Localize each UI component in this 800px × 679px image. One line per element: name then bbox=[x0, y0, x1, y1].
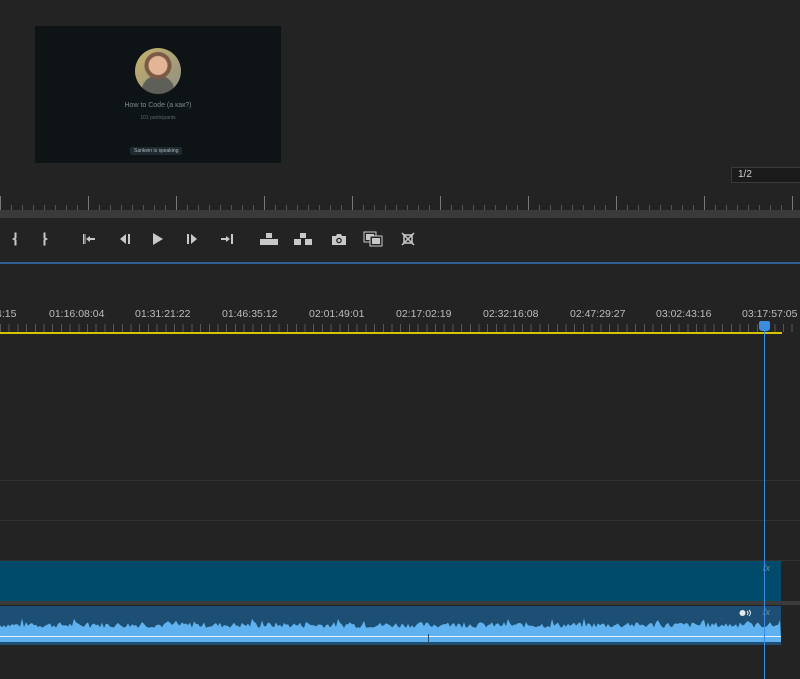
waveform-baseline bbox=[0, 639, 781, 642]
work-area-bar[interactable] bbox=[0, 332, 782, 334]
comparison-view-button[interactable] bbox=[362, 228, 384, 250]
track-divider bbox=[0, 480, 800, 481]
go-to-in-icon bbox=[83, 234, 95, 244]
time-label: 01:46:35:12 bbox=[222, 308, 278, 320]
camera-icon bbox=[332, 233, 346, 245]
transport-controls bbox=[0, 218, 800, 262]
extract-button[interactable] bbox=[292, 228, 314, 250]
lift-button[interactable] bbox=[258, 228, 280, 250]
speaking-badge: Sankein is speaking bbox=[130, 147, 183, 155]
proxy-icon bbox=[401, 232, 415, 246]
export-frame-button[interactable] bbox=[330, 228, 348, 250]
time-label: 4:15 bbox=[0, 308, 17, 320]
step-forward-icon bbox=[187, 234, 197, 244]
go-to-in-button[interactable] bbox=[80, 228, 98, 250]
step-back-icon bbox=[120, 234, 130, 244]
play-icon bbox=[153, 233, 163, 245]
mark-in-button[interactable] bbox=[8, 228, 22, 250]
program-monitor: How to Code (а как?) 101 participants Sa… bbox=[0, 0, 800, 218]
time-label: 02:17:02:19 bbox=[396, 308, 452, 320]
video-clip[interactable]: fx bbox=[0, 561, 781, 601]
clip-separator bbox=[0, 601, 800, 605]
timeline-panel: 4:15 01:16:08:04 01:31:21:22 01:46:35:12… bbox=[0, 264, 800, 679]
video-preview[interactable]: How to Code (а как?) 101 participants Sa… bbox=[35, 26, 281, 163]
edit-point bbox=[428, 634, 429, 644]
monitor-time-ruler-major-ticks bbox=[0, 196, 800, 210]
timeline-time-ruler[interactable] bbox=[0, 324, 800, 332]
lift-icon bbox=[260, 233, 278, 245]
time-label: 03:17:57:05 bbox=[742, 308, 798, 320]
playhead-handle[interactable] bbox=[759, 321, 770, 331]
playhead-line[interactable] bbox=[764, 326, 765, 679]
extract-icon bbox=[294, 233, 312, 245]
keyframe-icon bbox=[739, 609, 751, 617]
resolution-dropdown[interactable]: 1/2 bbox=[731, 167, 800, 183]
step-back-button[interactable] bbox=[116, 228, 132, 250]
waveform-shape bbox=[0, 618, 781, 639]
track-divider bbox=[0, 520, 800, 521]
audio-clip[interactable]: fx bbox=[0, 606, 781, 645]
time-label: 02:47:29:27 bbox=[570, 308, 626, 320]
time-label: 02:32:16:08 bbox=[483, 308, 539, 320]
toggle-proxies-button[interactable] bbox=[398, 228, 418, 250]
meeting-title: How to Code (а как?) bbox=[124, 102, 192, 109]
monitor-scrub-bar[interactable] bbox=[0, 210, 800, 218]
waveform-center-line bbox=[0, 636, 781, 637]
mark-out-button[interactable] bbox=[38, 228, 52, 250]
audio-waveform bbox=[0, 618, 781, 644]
play-button[interactable] bbox=[150, 228, 166, 250]
time-label: 03:02:43:16 bbox=[656, 308, 712, 320]
go-to-out-button[interactable] bbox=[218, 228, 236, 250]
go-to-out-icon bbox=[221, 234, 233, 244]
step-forward-button[interactable] bbox=[185, 228, 201, 250]
time-label: 01:16:08:04 bbox=[49, 308, 105, 320]
time-label: 02:01:49:01 bbox=[309, 308, 365, 320]
comparison-view-icon bbox=[363, 231, 383, 247]
avatar bbox=[135, 48, 181, 94]
time-label: 01:31:21:22 bbox=[135, 308, 191, 320]
mark-in-icon bbox=[11, 232, 17, 246]
participants-count: 101 participants bbox=[140, 115, 176, 121]
mark-out-icon bbox=[43, 232, 49, 246]
